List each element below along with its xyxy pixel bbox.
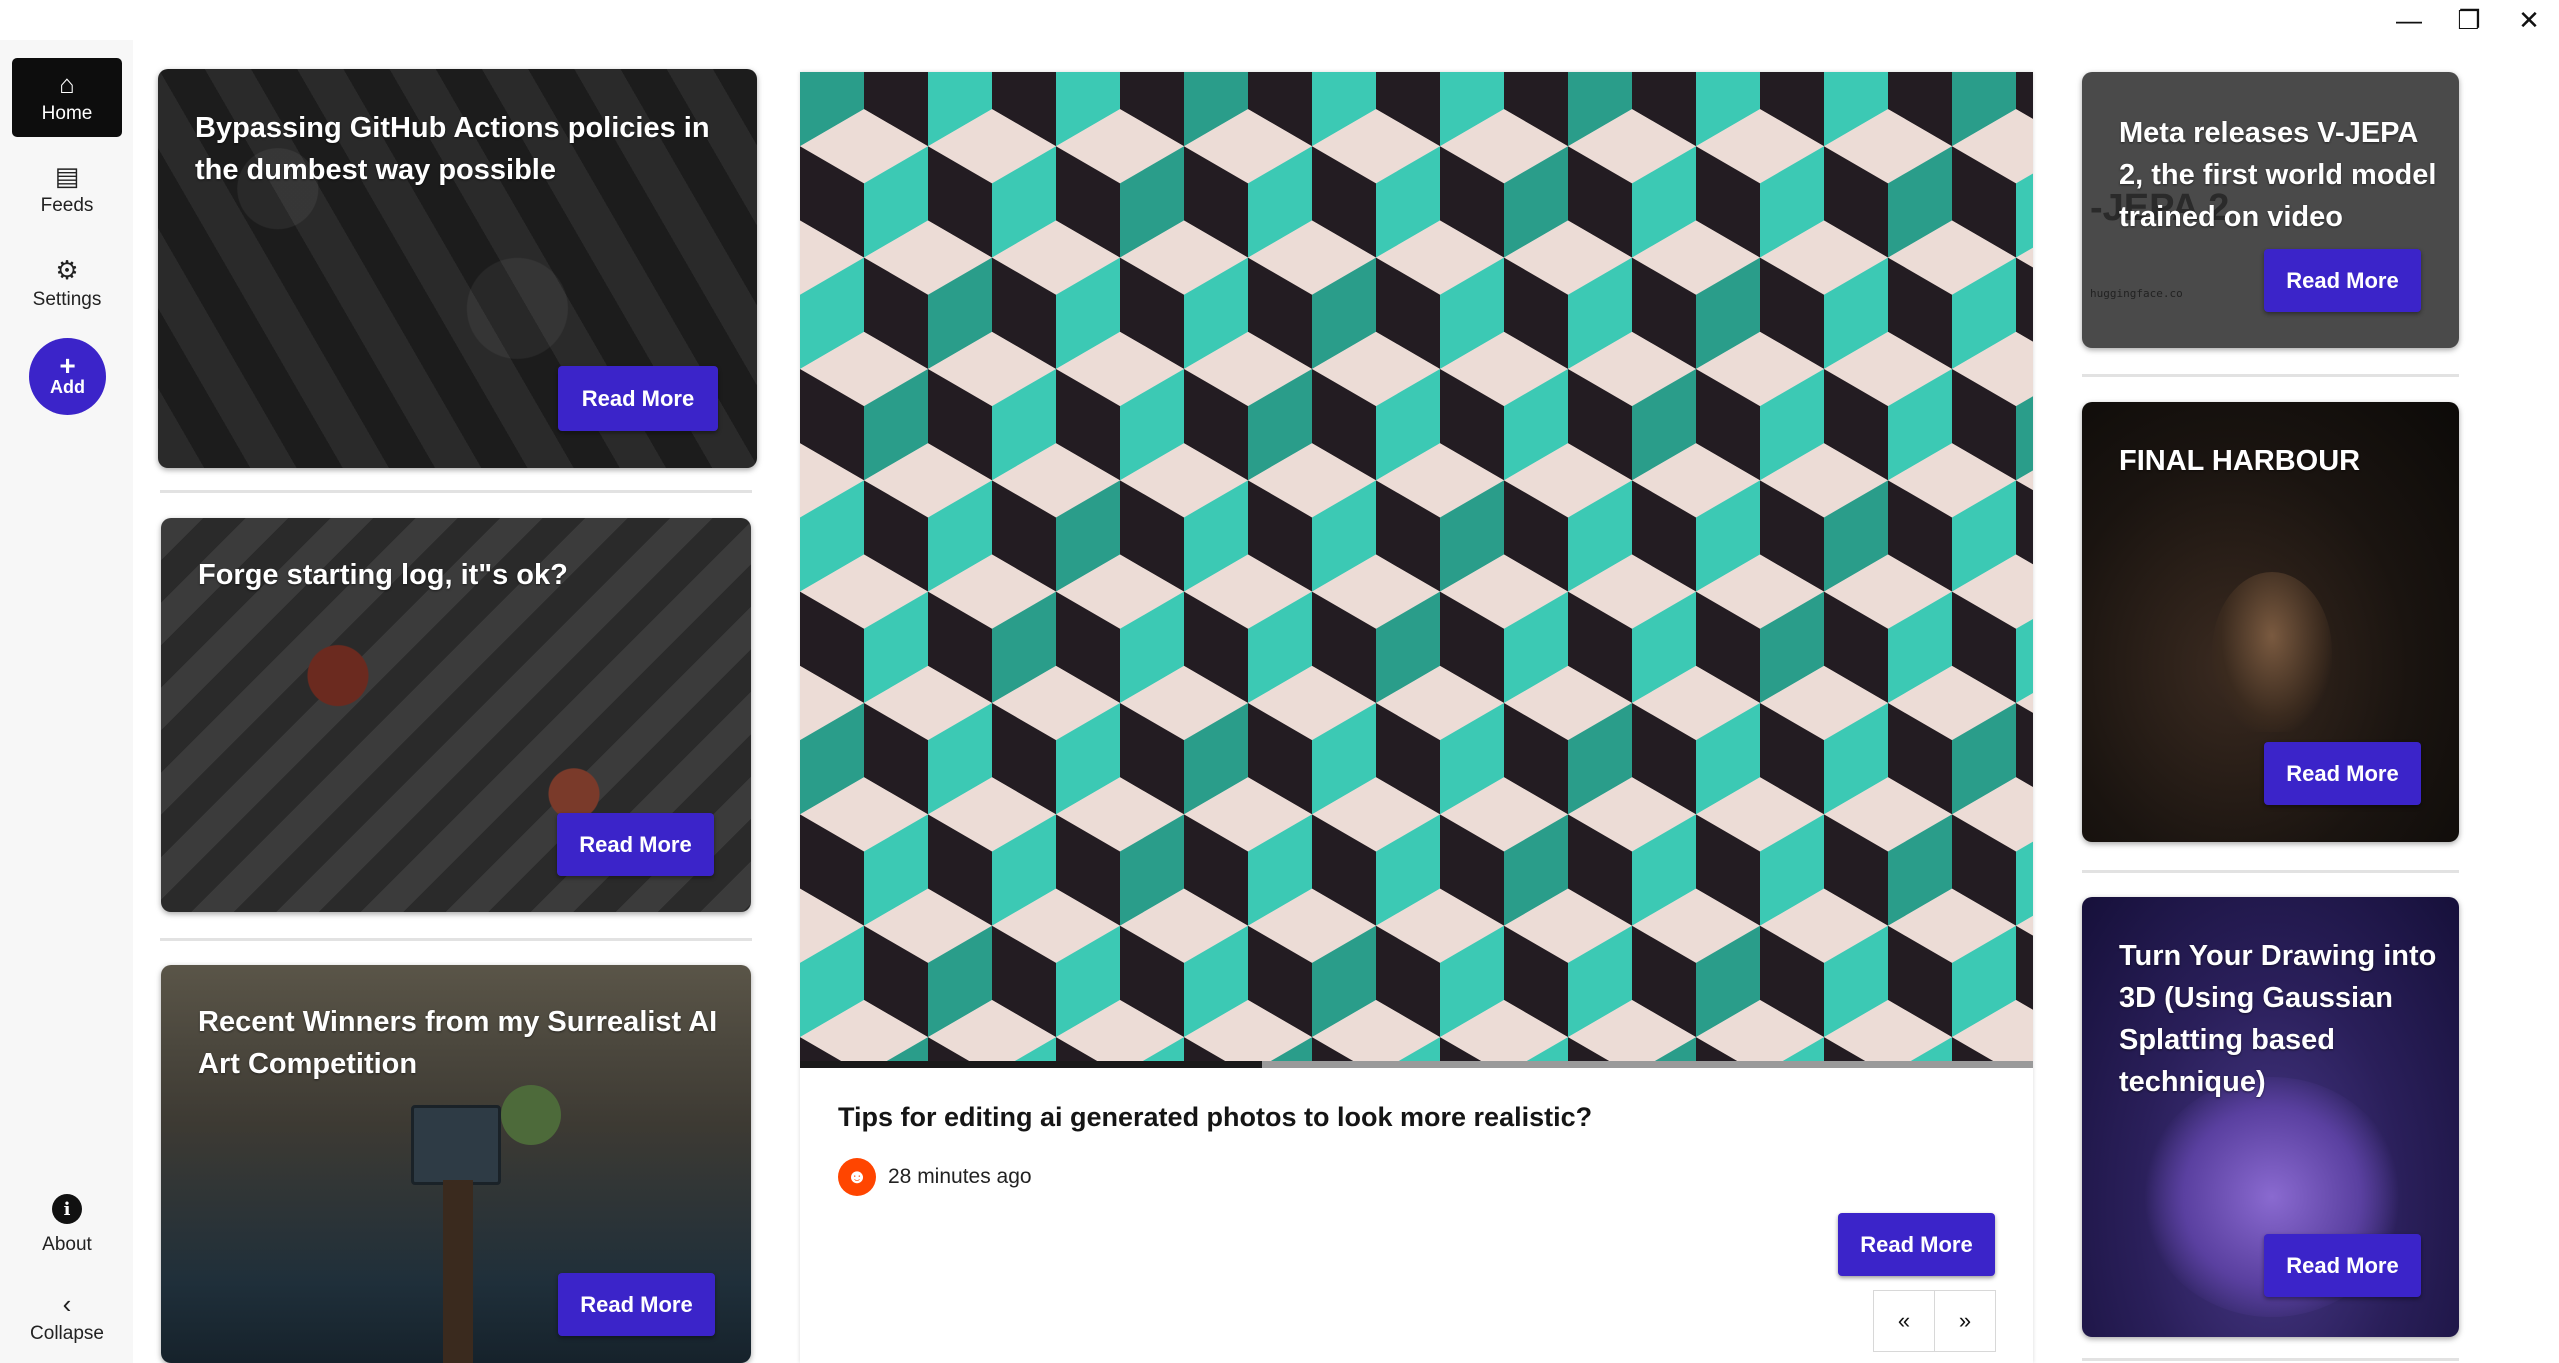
card-title: FINAL HARBOUR xyxy=(2119,445,2361,477)
card-title: Bypassing GitHub Actions policies in the… xyxy=(195,112,710,186)
featured-meta: ☻ 28 minutes ago xyxy=(838,1158,1032,1196)
read-more-button[interactable]: Read More xyxy=(2264,249,2421,312)
read-more-button[interactable]: Read More xyxy=(558,366,718,431)
plus-icon: + xyxy=(59,350,76,381)
featured-article: Tips for editing ai generated photos to … xyxy=(800,72,2033,1363)
nav-collapse-label: Collapse xyxy=(30,1323,104,1344)
divider xyxy=(160,490,752,493)
article-card[interactable]: -JEPA 2 huggingface.co Meta releases V-J… xyxy=(2082,72,2459,348)
nav-home-label: Home xyxy=(41,102,93,124)
prev-page-button[interactable]: « xyxy=(1873,1290,1935,1352)
restore-icon[interactable]: ❐ xyxy=(2439,0,2499,40)
card-title: Forge starting log, it"s ok? xyxy=(198,559,568,591)
divider xyxy=(2082,870,2459,873)
featured-title[interactable]: Tips for editing ai generated photos to … xyxy=(838,1102,1592,1133)
divider xyxy=(2082,1358,2459,1361)
divider xyxy=(2082,374,2459,377)
gear-icon: ⚙ xyxy=(55,255,79,285)
home-icon: ⌂ xyxy=(59,68,75,99)
minimize-icon[interactable]: — xyxy=(2379,0,2439,40)
article-card[interactable]: Bypassing GitHub Actions policies in the… xyxy=(158,69,757,468)
treehouse-illustration xyxy=(351,1085,561,1363)
nav-feeds[interactable]: ▤ Feeds xyxy=(12,152,122,227)
info-icon: i xyxy=(52,1194,82,1224)
nav-home[interactable]: ⌂ Home xyxy=(12,58,122,137)
next-page-button[interactable]: » xyxy=(1934,1290,1996,1352)
chevron-left-icon: ‹ xyxy=(62,1289,72,1319)
nav-about-label: About xyxy=(42,1234,92,1255)
sidebar: ⌂ Home ▤ Feeds ⚙ Settings + Add i About … xyxy=(0,40,133,1363)
newspaper-icon: ▤ xyxy=(54,160,80,191)
nav-feeds-label: Feeds xyxy=(40,194,94,216)
add-button-label: Add xyxy=(50,377,85,397)
divider xyxy=(160,938,752,941)
card-title: Meta releases V-JEPA 2, the first world … xyxy=(2119,117,2437,233)
read-more-button[interactable]: Read More xyxy=(1838,1213,1995,1276)
add-button[interactable]: + Add xyxy=(29,338,106,415)
nav-settings-label: Settings xyxy=(32,289,102,310)
carousel-progress-fill xyxy=(800,1061,1263,1068)
nav-collapse[interactable]: ‹ Collapse xyxy=(12,1278,122,1358)
close-icon[interactable]: ✕ xyxy=(2499,0,2559,40)
read-more-button[interactable]: Read More xyxy=(557,813,714,876)
card-title: Turn Your Drawing into 3D (Using Gaussia… xyxy=(2119,940,2437,1098)
harbour-figure xyxy=(2212,572,2332,732)
window-controls: — ❐ ✕ xyxy=(2379,0,2559,40)
card-title: Recent Winners from my Surrealist AI Art… xyxy=(198,1006,718,1080)
article-card[interactable]: Turn Your Drawing into 3D (Using Gaussia… xyxy=(2082,897,2459,1337)
read-more-button[interactable]: Read More xyxy=(2264,1234,2421,1297)
featured-time: 28 minutes ago xyxy=(888,1165,1032,1188)
reddit-icon: ☻ xyxy=(838,1158,876,1196)
nav-about[interactable]: i About xyxy=(12,1185,122,1265)
article-card[interactable]: Recent Winners from my Surrealist AI Art… xyxy=(161,965,751,1363)
background-source: huggingface.co xyxy=(2090,287,2183,300)
read-more-button[interactable]: Read More xyxy=(558,1273,715,1336)
carousel-progress xyxy=(800,1061,2033,1068)
article-card[interactable]: Forge starting log, it"s ok? Read More xyxy=(161,518,751,912)
tumbling-blocks-pattern xyxy=(800,72,2033,1065)
featured-image[interactable] xyxy=(800,72,2033,1065)
article-card[interactable]: FINAL HARBOUR Read More xyxy=(2082,402,2459,842)
read-more-button[interactable]: Read More xyxy=(2264,742,2421,805)
nav-settings[interactable]: ⚙ Settings xyxy=(12,245,122,323)
